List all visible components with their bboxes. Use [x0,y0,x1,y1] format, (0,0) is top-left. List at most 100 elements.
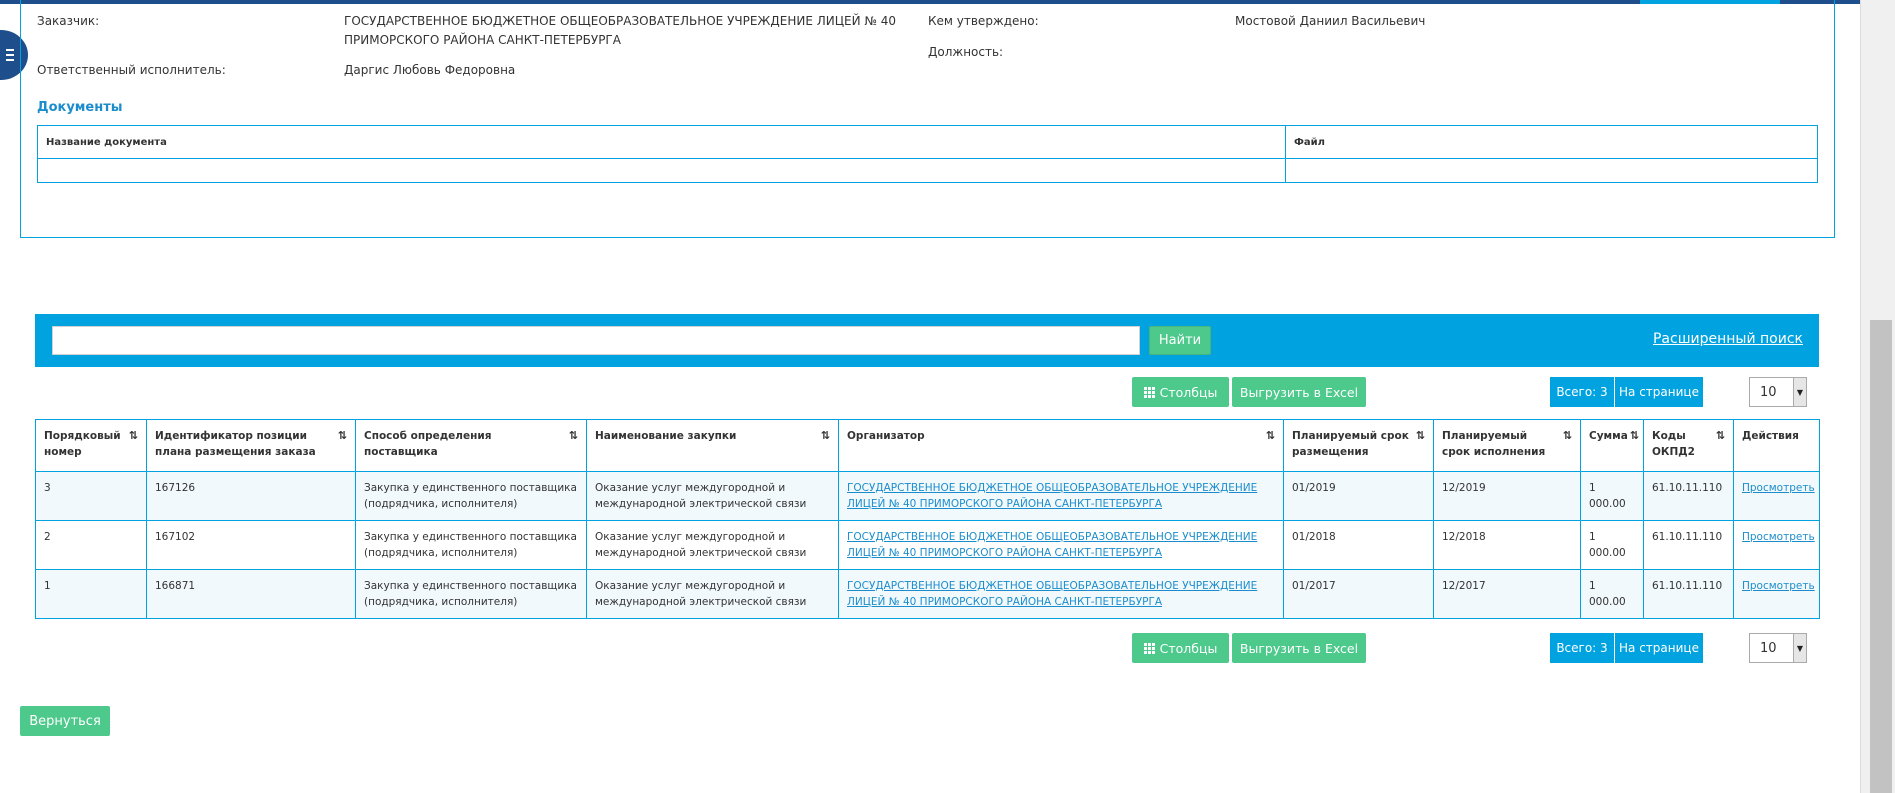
organizer-link[interactable]: ГОСУДАРСТВЕННОЕ БЮДЖЕТНОЕ ОБЩЕОБРАЗОВАТЕ… [847,580,1257,608]
organizer-link[interactable]: ГОСУДАРСТВЕННОЕ БЮДЖЕТНОЕ ОБЩЕОБРАЗОВАТЕ… [847,482,1257,510]
export-excel-button[interactable]: Выгрузить в Excel [1232,377,1366,407]
plan-info-panel: Заказчик: ГОСУДАРСТВЕННОЕ БЮДЖЕТНОЕ ОБЩЕ… [20,0,1835,238]
header-id[interactable]: Идентификатор позиции плана размещения з… [146,419,356,472]
sort-icon: ⇅ [820,429,830,442]
cell-method: Закупка у единственного поставщика (подр… [355,520,587,570]
header-actions: Действия [1733,419,1820,472]
cell-execution: 12/2018 [1433,520,1581,570]
customer-value-line2: ПРИМОРСКОГО РАЙОНА САНКТ-ПЕТЕРБУРГА [344,33,621,47]
cell-okpd: 61.10.11.110 [1643,471,1734,521]
cell-okpd: 61.10.11.110 [1643,520,1734,570]
cell-method: Закупка у единственного поставщика (подр… [355,569,587,619]
total-count: Всего: 3 [1550,377,1614,407]
approved-by-value: Мостовой Даниил Васильевич [1235,14,1426,28]
sort-icon: ⇅ [1265,429,1275,442]
sort-icon: ⇅ [337,429,347,442]
view-link[interactable]: Просмотреть [1742,531,1815,543]
approved-by-label: Кем утверждено: [928,14,1039,28]
header-sum[interactable]: Сумма ⇅ [1580,419,1644,472]
executor-value: Даргис Любовь Федоровна [344,63,516,77]
cell-name: Оказание услуг междугородной и междунаро… [586,569,839,619]
per-page-select[interactable]: 10 ▼ [1749,633,1807,663]
cell-execution: 12/2019 [1433,471,1581,521]
customer-value-line1: ГОСУДАРСТВЕННОЕ БЮДЖЕТНОЕ ОБЩЕОБРАЗОВАТЕ… [344,14,896,28]
results-toolbar-top: Столбцы Выгрузить в Excel Всего: 3 На ст… [35,377,1819,407]
dropdown-arrow-icon: ▼ [1793,634,1806,662]
columns-button[interactable]: Столбцы [1132,633,1229,663]
cell-placement: 01/2019 [1283,471,1434,521]
sort-icon: ⇅ [128,429,138,442]
per-page-label: На странице [1615,377,1703,407]
per-page-label: На странице [1615,633,1703,663]
documents-header-file: Файл [1285,125,1818,159]
sort-icon: ⇅ [1715,429,1725,442]
header-okpd[interactable]: Коды ОКПД2 ⇅ [1643,419,1734,472]
per-page-value: 10 [1760,384,1777,400]
cell-actions: Просмотреть [1733,520,1820,570]
menu-icon [6,49,14,61]
columns-button-label: Столбцы [1159,640,1218,656]
cell-num: 3 [35,471,147,521]
cell-okpd: 61.10.11.110 [1643,569,1734,619]
cell-sum: 1 000.00 [1580,520,1644,570]
back-button[interactable]: Вернуться [20,706,110,736]
cell-placement: 01/2017 [1283,569,1434,619]
grid-icon [1143,642,1155,654]
search-bar: Найти Расширенный поиск [35,314,1819,367]
search-input[interactable] [52,326,1140,355]
table-row: 3 167126 Закупка у единственного поставщ… [35,471,1820,521]
header-method[interactable]: Способ определения поставщика ⇅ [355,419,587,472]
cell-method: Закупка у единственного поставщика (подр… [355,471,587,521]
view-link[interactable]: Просмотреть [1742,580,1815,592]
header-organizer[interactable]: Организатор ⇅ [838,419,1284,472]
cell-id: 166871 [146,569,356,619]
cell-sum: 1 000.00 [1580,569,1644,619]
cell-id: 167126 [146,471,356,521]
documents-header-name: Название документа [37,125,1286,159]
sort-icon: ⇅ [1629,429,1639,442]
export-excel-button[interactable]: Выгрузить в Excel [1232,633,1366,663]
results-table: Порядковый номер ⇅ Идентификатор позиции … [35,419,1820,619]
total-count: Всего: 3 [1550,633,1614,663]
per-page-value: 10 [1760,640,1777,656]
cell-placement: 01/2018 [1283,520,1434,570]
cell-sum: 1 000.00 [1580,471,1644,521]
sort-icon: ⇅ [1415,429,1425,442]
cell-actions: Просмотреть [1733,569,1820,619]
cell-name: Оказание услуг междугородной и междунаро… [586,520,839,570]
customer-label: Заказчик: [37,14,100,28]
columns-button[interactable]: Столбцы [1132,377,1229,407]
organizer-link[interactable]: ГОСУДАРСТВЕННОЕ БЮДЖЕТНОЕ ОБЩЕОБРАЗОВАТЕ… [847,531,1257,559]
position-label: Должность: [928,45,1004,59]
header-execution[interactable]: Планируемый срок исполнения ⇅ [1433,419,1581,472]
header-num[interactable]: Порядковый номер ⇅ [35,419,147,472]
cell-num: 1 [35,569,147,619]
cell-organizer: ГОСУДАРСТВЕННОЕ БЮДЖЕТНОЕ ОБЩЕОБРАЗОВАТЕ… [838,569,1284,619]
dropdown-arrow-icon: ▼ [1793,378,1806,406]
cell-organizer: ГОСУДАРСТВЕННОЕ БЮДЖЕТНОЕ ОБЩЕОБРАЗОВАТЕ… [838,471,1284,521]
find-button[interactable]: Найти [1149,326,1211,355]
table-row: 1 166871 Закупка у единственного поставщ… [35,569,1820,619]
cell-organizer: ГОСУДАРСТВЕННОЕ БЮДЖЕТНОЕ ОБЩЕОБРАЗОВАТЕ… [838,520,1284,570]
advanced-search-link[interactable]: Расширенный поиск [1653,331,1803,347]
view-link[interactable]: Просмотреть [1742,482,1815,494]
results-toolbar-bottom: Столбцы Выгрузить в Excel Всего: 3 На ст… [35,633,1819,663]
executor-label: Ответственный исполнитель: [37,63,226,77]
grid-icon [1143,386,1155,398]
documents-table: Название документа Файл [37,125,1818,183]
documents-title: Документы [37,100,123,115]
header-placement[interactable]: Планируемый срок размещения ⇅ [1283,419,1434,472]
header-name[interactable]: Наименование закупки ⇅ [586,419,839,472]
sort-icon: ⇅ [568,429,578,442]
cell-num: 2 [35,520,147,570]
columns-button-label: Столбцы [1159,384,1218,400]
per-page-select[interactable]: 10 ▼ [1749,377,1807,407]
sort-icon: ⇅ [1562,429,1572,442]
documents-empty-row [37,158,1818,183]
table-row: 2 167102 Закупка у единственного поставщ… [35,520,1820,570]
cell-id: 167102 [146,520,356,570]
cell-actions: Просмотреть [1733,471,1820,521]
cell-execution: 12/2017 [1433,569,1581,619]
scrollbar-thumb[interactable] [1870,320,1892,793]
cell-name: Оказание услуг междугородной и междунаро… [586,471,839,521]
